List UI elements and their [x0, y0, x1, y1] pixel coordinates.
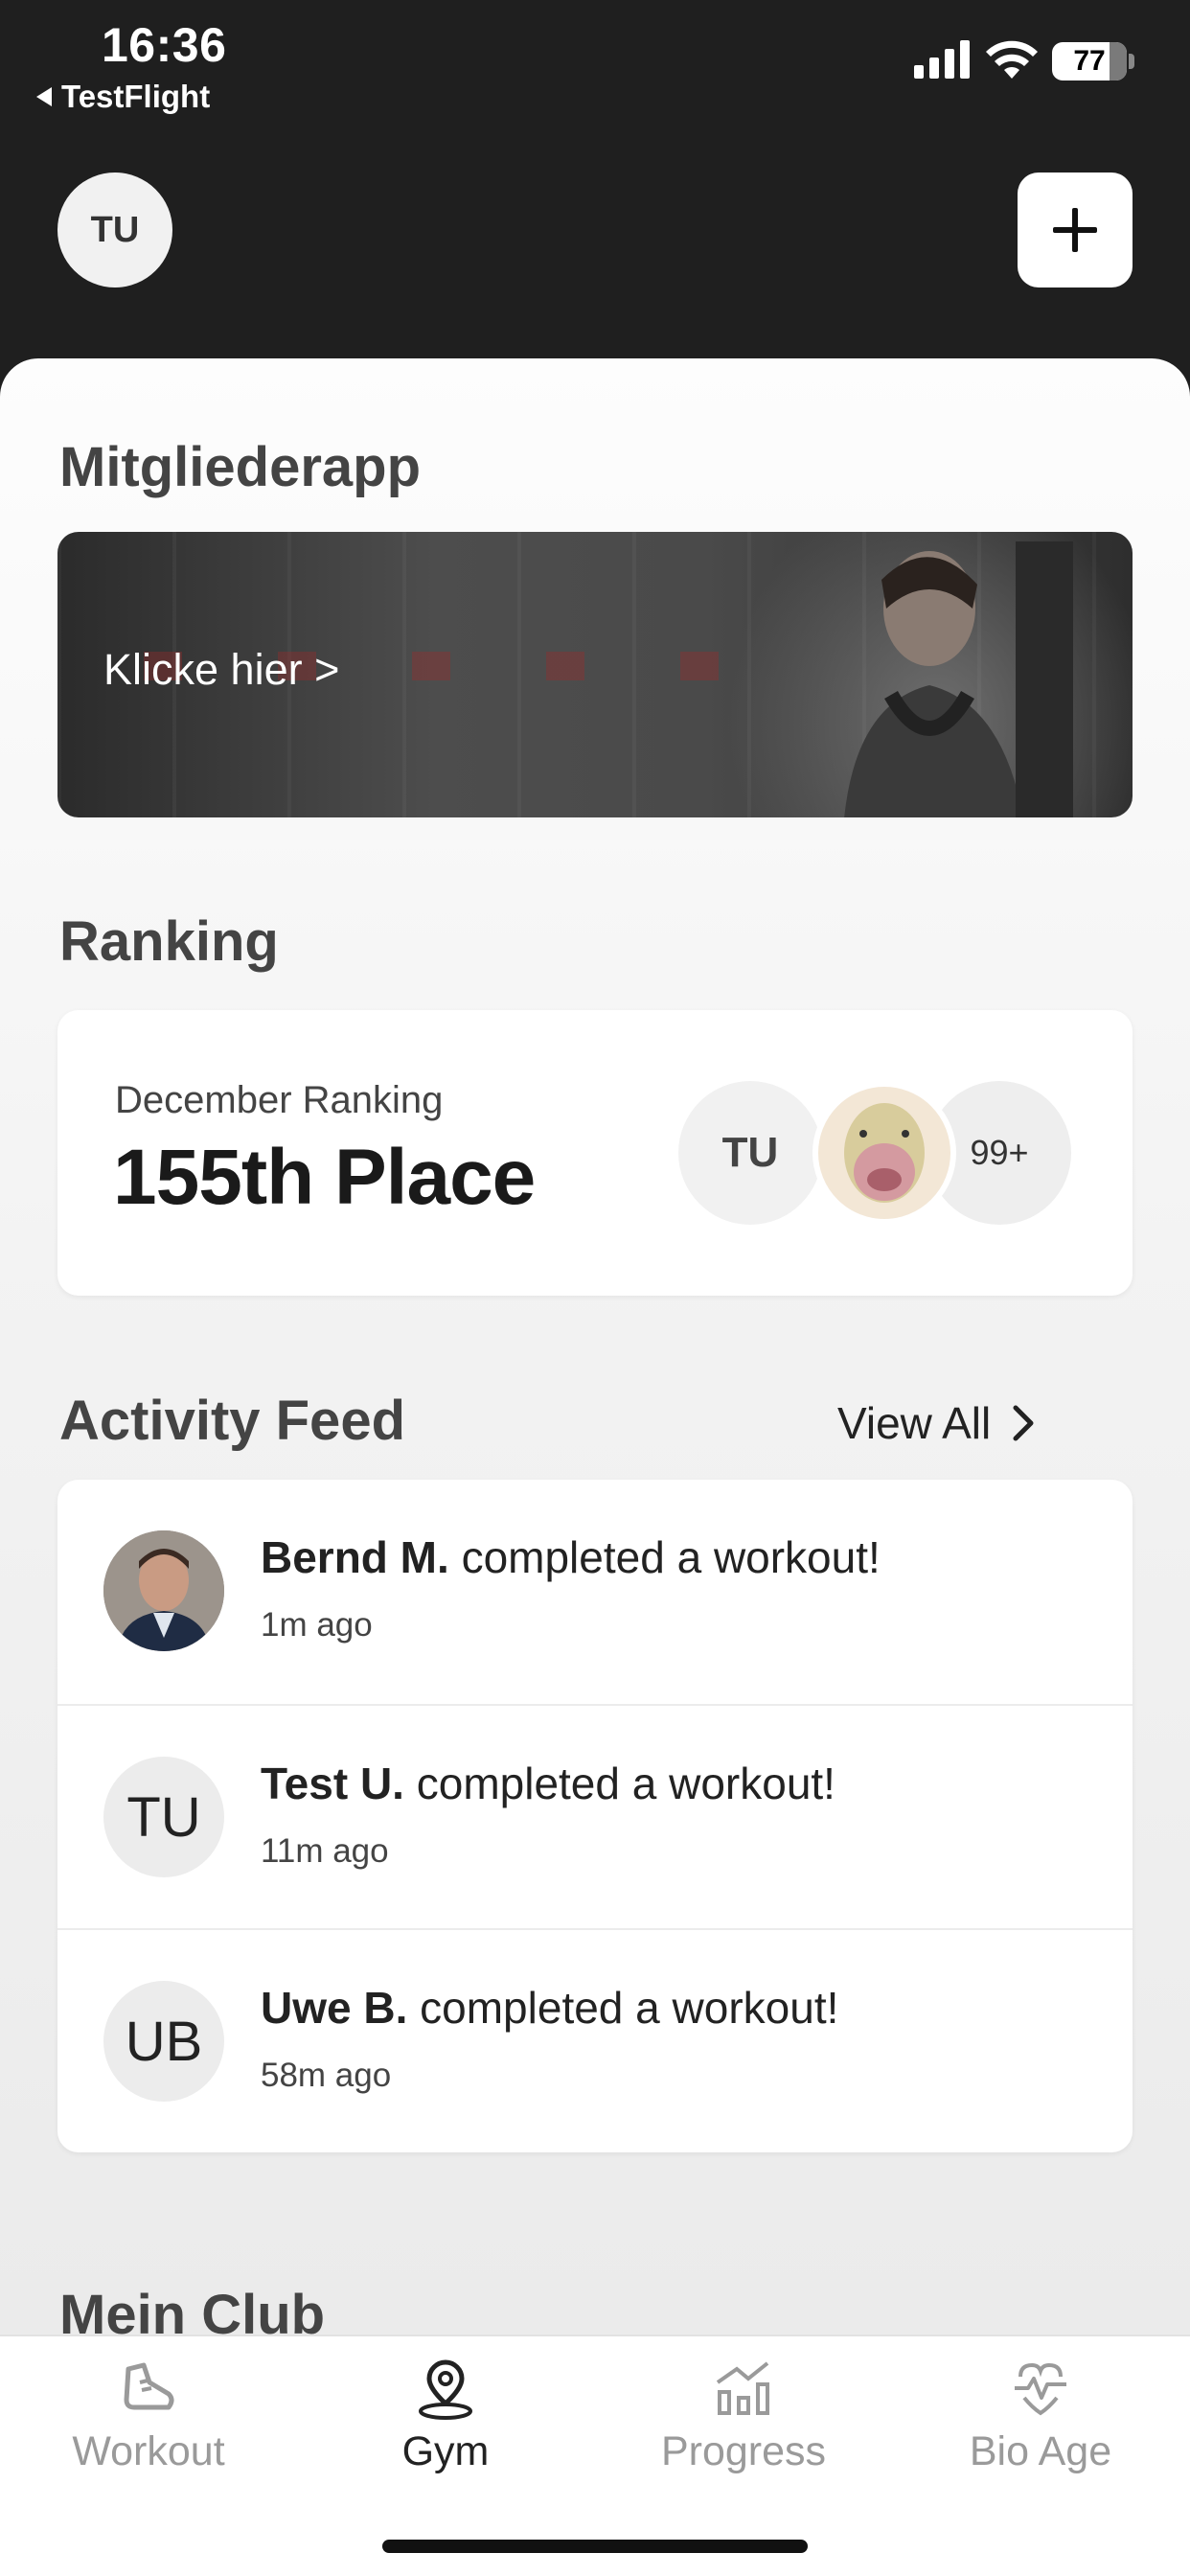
feed-timestamp: 11m ago [261, 1832, 389, 1870]
back-to-testflight[interactable]: TestFlight [36, 79, 210, 115]
location-pin-icon [419, 2359, 472, 2420]
user-photo-avatar [103, 1530, 224, 1651]
main-content[interactable]: Mitgliederapp Klicke hier > Ranking Dece… [0, 358, 1190, 2576]
tab-bio-age[interactable]: Bio Age [892, 2356, 1189, 2475]
plus-icon [1053, 208, 1097, 252]
duck-avatar [812, 1081, 956, 1225]
tab-gym[interactable]: Gym [297, 2356, 594, 2475]
battery-tip [1129, 54, 1134, 69]
ranking-avatar-self: TU [678, 1081, 822, 1225]
cellular-signal-icon [914, 40, 970, 79]
battery-percentage: 77 [1073, 45, 1106, 77]
members-banner[interactable]: Klicke hier > [57, 532, 1133, 817]
feed-timestamp: 1m ago [261, 1606, 373, 1644]
tab-workout[interactable]: Workout [0, 2356, 297, 2475]
user-photo-image [103, 1530, 224, 1651]
feed-user-name: Uwe B. [261, 1983, 408, 2033]
home-indicator[interactable] [382, 2540, 808, 2553]
banner-cta: Klicke hier > [103, 645, 340, 694]
shoe-icon [124, 2362, 174, 2410]
tab-label: Progress [660, 2428, 827, 2474]
back-arrow-icon [36, 87, 52, 106]
tab-progress[interactable]: Progress [595, 2356, 892, 2475]
feed-item[interactable]: UB Uwe B. completed a workout! 58m ago [57, 1928, 1133, 2152]
tab-label: Gym [401, 2428, 490, 2474]
view-all-label: View All [837, 1398, 992, 1448]
activity-feed-card: Bernd M. completed a workout! 1m ago TU … [57, 1480, 1133, 2152]
view-all-button[interactable]: View All [837, 1397, 1035, 1449]
ranking-card[interactable]: December Ranking 155th Place 99+ TU [57, 1010, 1133, 1296]
banner-athlete-image [844, 541, 1073, 817]
chevron-right-icon [1013, 1405, 1034, 1441]
status-time: 16:36 [102, 18, 227, 72]
user-initials-avatar: UB [103, 1981, 224, 2102]
tab-label: Workout [72, 2428, 225, 2474]
ranking-subtitle: December Ranking [115, 1079, 444, 1121]
feed-timestamp: 58m ago [261, 2057, 392, 2094]
ranking-place: 155th Place [113, 1134, 536, 1221]
feed-user-name: Bernd M. [261, 1532, 449, 1582]
battery-indicator: 77 [1052, 42, 1127, 80]
tab-label: Bio Age [969, 2428, 1112, 2474]
user-initials-avatar: TU [103, 1757, 224, 1877]
feed-item[interactable]: TU Test U. completed a workout! 11m ago [57, 1704, 1133, 1928]
add-button[interactable] [1018, 172, 1133, 288]
feed-user-name: Test U. [261, 1759, 404, 1808]
feed-message: Bernd M. completed a workout! [261, 1531, 881, 1583]
chart-icon [716, 2361, 769, 2415]
profile-avatar[interactable]: TU [57, 172, 172, 288]
status-bar: 16:36 TestFlight 77 [0, 0, 1190, 125]
wifi-icon [986, 40, 1038, 79]
ranking-title: Ranking [59, 910, 279, 973]
activity-title: Activity Feed [59, 1390, 405, 1452]
members-title: Mitgliederapp [59, 436, 422, 498]
back-app-label: TestFlight [61, 79, 211, 114]
feed-message: Uwe B. completed a workout! [261, 1982, 838, 2034]
feed-message: Test U. completed a workout! [261, 1758, 835, 1809]
heart-pulse-icon [1015, 2362, 1066, 2416]
duck-avatar-image [844, 1103, 925, 1203]
feed-item[interactable]: Bernd M. completed a workout! 1m ago [57, 1480, 1133, 1704]
feed-action: completed a workout! [461, 1532, 881, 1582]
feed-action: completed a workout! [420, 1983, 839, 2033]
feed-action: completed a workout! [416, 1759, 835, 1808]
